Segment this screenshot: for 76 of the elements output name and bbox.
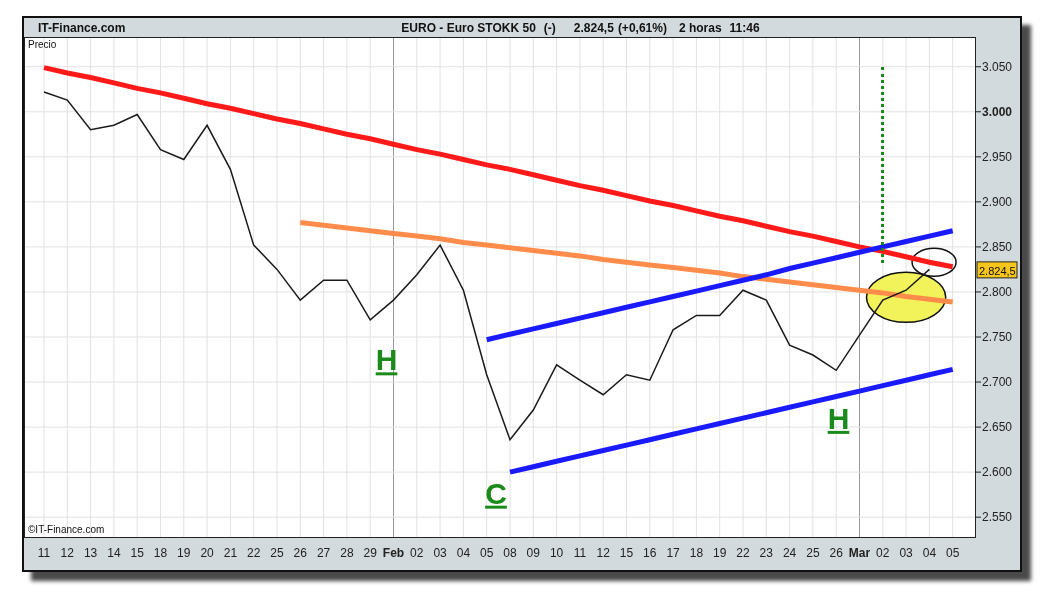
copyright-text: ©IT-Finance.com [28,524,105,535]
axis-label: 02 [410,546,424,560]
axis-label: 22 [736,546,750,560]
y-tick-label: 2.700 [982,375,1013,390]
y-tick-label: 2.650 [982,420,1013,435]
axis-label: 3.050 [975,59,1013,74]
axis-label: 15 [130,546,144,560]
axis-label: 18 [153,546,168,560]
site-name: IT-Finance.com [38,20,126,35]
pattern-label: H [375,343,398,377]
axis-label: 24 [782,546,797,560]
axis-label: 19 [177,546,191,560]
axis-label: 17 [666,546,680,560]
axis-label: 2.550 [975,510,1013,525]
y-tick-label: 2.800 [982,284,1013,299]
price-change: (+0,61%) [617,20,667,35]
axis-label: 04 [922,546,937,560]
y-tick-label: 2.900 [982,194,1013,209]
axis-label: 23 [759,546,773,560]
y-tick-label: 3.000 [982,104,1013,119]
axis-label: 10 [549,546,564,560]
axis-label: 27 [316,546,331,560]
y-tick-label: 2.850 [982,239,1013,254]
axis-label: 29 [363,546,377,560]
axis-label: 04 [456,546,471,560]
axis-label: 14 [107,546,121,560]
axis-label: Feb [382,546,405,560]
y-tick-label: 2.750 [982,330,1013,344]
axis-label: 12 [596,546,610,560]
y-tick-label: 2.550 [982,510,1013,525]
axis-label: 05 [946,546,960,560]
axis-label: 2.800 [975,284,1013,299]
axis-label: 12 [60,546,74,560]
flag-text: (-) [543,20,556,35]
y-tick-label: 2.600 [982,465,1013,480]
axis-label: 16 [643,546,657,560]
axis-label: 11 [37,546,51,560]
axis-label: 11 [573,546,587,560]
axis-label: 25 [270,546,284,560]
axis-label: 15 [619,546,634,560]
pattern-label: H [827,401,850,435]
axis-label: 08 [503,546,517,560]
axis-label: 05 [480,546,494,560]
axis-label: 09 [526,546,540,560]
axis-label: 19 [713,546,727,560]
axis-label: 18 [689,546,704,560]
axis-label: 03 [899,546,913,560]
axis-label: 26 [293,546,307,560]
pattern-label: C [485,476,507,510]
axis-label: 2.700 [975,375,1013,390]
axis-label: 2.650 [975,420,1013,435]
axis-label: 26 [829,546,843,560]
axis-label: 2.900 [975,194,1013,209]
axis-label: Mar [848,546,871,560]
axis-label: 02 [876,546,890,560]
axis-label: 2.600 [975,465,1013,480]
time-label: 11:46 [729,20,760,35]
axis-label: 25 [806,546,820,560]
axis-label: 28 [340,546,354,560]
axis-label: 20 [200,546,214,560]
axis-label: 21 [223,546,238,560]
axis-label: 22 [247,546,261,560]
axis-label: 2.750 [975,330,1013,344]
axis-label: 03 [433,546,447,560]
y-tick-label: 3.050 [982,59,1013,74]
axis-label: 2.950 [975,149,1013,164]
y-tick-label: 2.950 [982,149,1013,164]
axis-label: 3.000 [975,104,1013,119]
last-price: 2.824,5 [573,20,614,35]
axis-label: 13 [83,546,98,560]
axis-label: 2.850 [975,239,1013,254]
outline-ellipse [911,247,957,277]
period-label: 2 horas [678,20,722,35]
instrument-name: EURO - Euro STOKK 50 [401,20,536,35]
axis-title: Precio [28,39,57,50]
price-tag: 2.824,5 [976,261,1018,279]
